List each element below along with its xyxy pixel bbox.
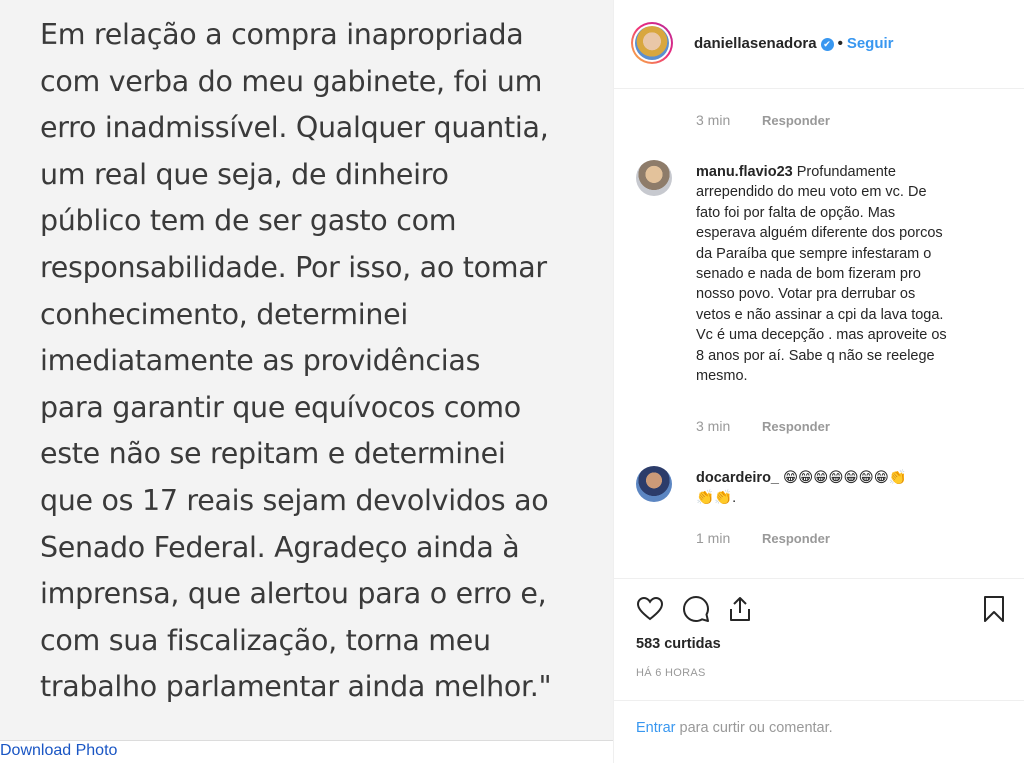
login-prompt: Entrar para curtir ou comentar.: [614, 700, 1024, 763]
photo-line: para garantir que equívocos como: [40, 390, 521, 424]
comment-text: manu.flavio23 Profundamente arrependido …: [696, 162, 996, 386]
avatar-frame: [633, 24, 671, 62]
header-line: daniellasenadora ✔ • Seguir: [694, 35, 894, 52]
photo-line: com sua fiscalização, torna meu: [40, 623, 491, 657]
download-bar: Download Photo: [0, 740, 613, 763]
separator-dot: •: [837, 35, 843, 52]
comment-line: da Paraíba que sempre infestaram o: [696, 245, 932, 262]
reply-button[interactable]: Responder: [762, 531, 830, 546]
photo-line: este não se repitam e determinei: [40, 437, 506, 471]
comment-meta: 3 min Responder: [696, 112, 830, 128]
bookmark-icon[interactable]: [980, 595, 1008, 623]
comment-line: Vc é uma decepção . mas aproveite os: [696, 327, 947, 344]
commenter-avatar[interactable]: [636, 466, 672, 502]
likes-count[interactable]: 583 curtidas: [636, 636, 721, 652]
post-actions: 583 curtidas HÁ 6 HORAS: [614, 578, 1024, 698]
login-suffix: para curtir ou comentar.: [679, 720, 833, 736]
reply-button[interactable]: Responder: [762, 419, 830, 434]
comment-icon[interactable]: [682, 595, 710, 623]
photo-line: público tem de ser gasto com: [40, 204, 457, 238]
photo-line: conhecimento, determinei: [40, 297, 408, 331]
avatar-image: [635, 26, 669, 60]
photo-line: imediatamente as providências: [40, 344, 481, 378]
verified-badge-icon: ✔: [820, 38, 834, 51]
reply-button[interactable]: Responder: [762, 113, 830, 128]
photo-line: Senado Federal. Agradeço ainda à: [40, 530, 520, 564]
share-icon[interactable]: [726, 595, 754, 623]
profile-username[interactable]: daniellasenadora: [694, 35, 817, 52]
comment-meta: 3 min Responder: [696, 418, 830, 434]
comment-line: 8 anos por aí. Sabe q não se reelege: [696, 347, 935, 364]
download-photo-link[interactable]: Download Photo: [0, 742, 117, 760]
comment-time[interactable]: 3 min: [696, 112, 762, 128]
comment-time[interactable]: 3 min: [696, 418, 762, 434]
post-timestamp[interactable]: HÁ 6 HORAS: [636, 667, 706, 679]
comment-line: nosso povo. Votar pra derrubar os: [696, 286, 916, 303]
comment-line: Profundamente: [796, 164, 896, 180]
comment-line: esperava alguém diferente dos porcos: [696, 225, 943, 242]
photo-line: imprensa, que alertou para o erro e,: [40, 577, 547, 611]
photo-line: responsabilidade. Por isso, ao tomar: [40, 250, 547, 284]
post-header: daniellasenadora ✔ • Seguir: [614, 0, 1024, 89]
heart-icon[interactable]: [636, 595, 664, 623]
photo-line: com verba do meu gabinete, foi um: [40, 64, 543, 98]
comment-line: vetos e não assinar a cpi da lava toga.: [696, 306, 944, 323]
comment-line: fato foi por falta de opção. Mas: [696, 204, 896, 221]
commenter-username[interactable]: manu.flavio23: [696, 164, 793, 180]
comment-emoji-line: 👏👏.: [696, 490, 737, 507]
comment-time[interactable]: 1 min: [696, 530, 762, 546]
photo-line: Em relação a compra inapropriada: [40, 18, 524, 51]
photo-text-block: Em relação a compra inapropriada com ver…: [40, 12, 600, 711]
commenter-username[interactable]: docardeiro_: [696, 470, 779, 486]
photo-line: um real que seja, de dinheiro: [40, 157, 449, 191]
comment-line: arrependido do meu voto em vc. De: [696, 184, 927, 201]
comment-meta: 1 min Responder: [696, 530, 830, 546]
comment-line: senado e nada de bom fizeram pro: [696, 266, 921, 283]
comment-emoji-line: 😁😁😁😁😁😁😁👏: [783, 470, 907, 486]
photo-line: que os 17 reais sejam devolvidos ao: [40, 483, 549, 517]
login-text: Entrar para curtir ou comentar.: [636, 720, 833, 736]
comment-line: mesmo.: [696, 368, 748, 385]
login-link[interactable]: Entrar: [636, 720, 676, 736]
post-photo[interactable]: Em relação a compra inapropriada com ver…: [0, 0, 613, 740]
post-sidebar: daniellasenadora ✔ • Seguir 3 min Responder …: [613, 0, 1024, 763]
comments-list[interactable]: 3 min Responder manu.flavio23 Profundamen…: [614, 90, 1024, 578]
profile-avatar[interactable]: [631, 22, 673, 64]
commenter-avatar[interactable]: [636, 160, 672, 196]
photo-line: trabalho parlamentar ainda melhor.": [40, 670, 552, 704]
photo-line: erro inadmissível. Qualquer quantia,: [40, 111, 549, 145]
follow-button[interactable]: Seguir: [847, 35, 894, 52]
comment-text: docardeiro_ 😁😁😁😁😁😁😁👏 👏👏.: [696, 468, 996, 509]
